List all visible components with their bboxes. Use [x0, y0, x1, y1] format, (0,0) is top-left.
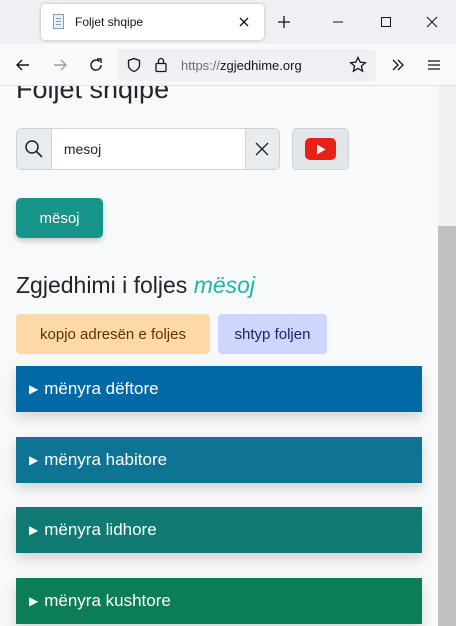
tab-title: Foljet shqipe — [75, 15, 144, 29]
navigation-bar: https://zgjedhime.org — [0, 44, 456, 86]
reload-icon[interactable] — [83, 52, 109, 78]
heading-prefix: Zgjedhimi i foljes — [16, 272, 188, 298]
menu-hamburger-icon[interactable] — [421, 52, 447, 78]
vertical-scrollbar[interactable] — [438, 86, 456, 626]
browser-window: Foljet shqipe https://zgjedhime.org Folj… — [0, 0, 456, 626]
close-window-icon[interactable] — [418, 8, 446, 36]
url-host: zgjedhime.org — [220, 58, 302, 73]
copy-verb-address-button[interactable]: kopjo adresën e foljes — [16, 314, 210, 354]
new-tab-plus-icon[interactable] — [272, 10, 296, 34]
disclosure-triangle-icon: ▶ — [29, 523, 39, 537]
url-scheme: https:// — [181, 58, 221, 73]
conjugate-button[interactable]: mësoj — [16, 198, 103, 238]
mood-lidhore-section[interactable]: ▶ mënyra lidhore — [16, 507, 422, 553]
print-verb-button[interactable]: shtyp foljen — [218, 314, 327, 354]
disclosure-triangle-icon: ▶ — [29, 382, 39, 396]
youtube-play-icon — [305, 138, 336, 160]
page-favicon-icon — [51, 14, 67, 30]
heading-verb: mësoj — [193, 272, 256, 298]
minimize-window-icon[interactable] — [324, 8, 352, 36]
forward-arrow-icon[interactable] — [47, 52, 73, 78]
clear-search-button[interactable] — [244, 129, 279, 169]
maximize-window-icon[interactable] — [372, 8, 400, 36]
close-icon — [255, 142, 269, 156]
search-group — [16, 128, 280, 170]
mood-label: mënyra habitore — [44, 450, 168, 469]
mood-label: mënyra lidhore — [44, 520, 157, 539]
mood-habitore-section[interactable]: ▶ mënyra habitore — [16, 437, 422, 483]
youtube-button[interactable] — [292, 128, 349, 170]
tab-bar: Foljet shqipe — [0, 0, 456, 44]
bookmark-star-icon[interactable] — [349, 55, 367, 79]
shield-icon[interactable] — [126, 57, 142, 78]
search-input[interactable] — [51, 129, 245, 169]
mood-deftore-section[interactable]: ▶ mënyra dëftore — [16, 366, 422, 412]
search-icon — [17, 129, 52, 169]
tab-foljet-shqipe[interactable]: Foljet shqipe — [41, 4, 264, 40]
back-arrow-icon[interactable] — [10, 52, 36, 78]
close-tab-icon[interactable] — [232, 10, 256, 34]
mood-kushtore-section[interactable]: ▶ mënyra kushtore — [16, 578, 422, 624]
scrollbar-thumb[interactable] — [438, 226, 456, 626]
lock-icon[interactable] — [154, 56, 168, 78]
url-text[interactable]: https://zgjedhime.org — [181, 58, 302, 73]
page-title: Foljet shqipe — [16, 86, 170, 104]
conjugation-heading: Zgjedhimi i foljes mësoj — [16, 272, 255, 299]
disclosure-triangle-icon: ▶ — [29, 594, 39, 608]
mood-label: mënyra kushtore — [44, 591, 171, 610]
page-content: Foljet shqipe mësoj Zgjedhimi i foljes m… — [0, 86, 438, 626]
extensions-overflow-icon[interactable] — [385, 52, 411, 78]
address-bar[interactable]: https://zgjedhime.org — [118, 49, 376, 81]
disclosure-triangle-icon: ▶ — [29, 453, 39, 467]
mood-label: mënyra dëftore — [44, 379, 159, 398]
